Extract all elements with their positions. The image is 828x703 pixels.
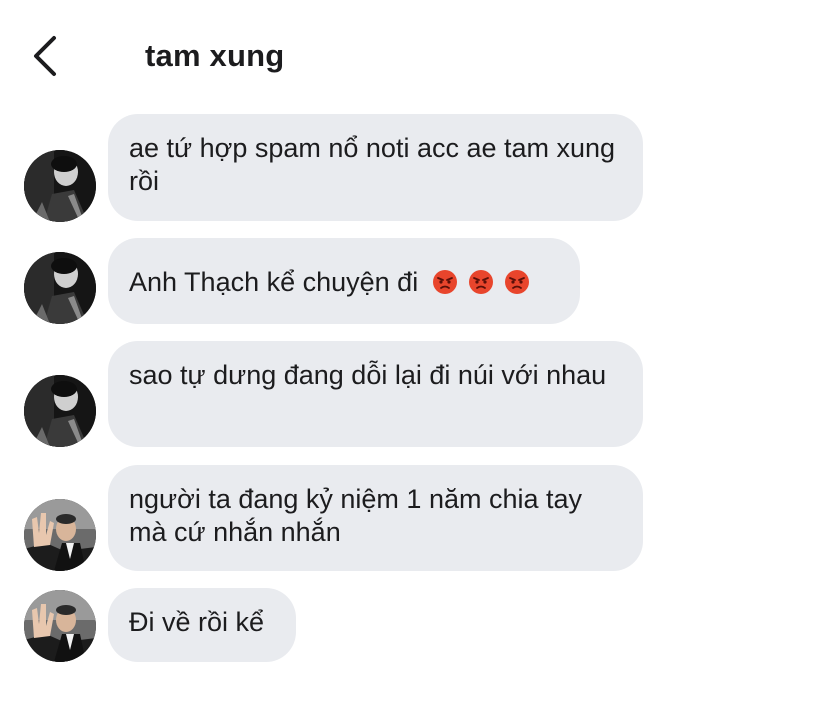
back-button[interactable]: [26, 34, 66, 78]
avatar[interactable]: [24, 499, 96, 571]
message-bubble[interactable]: ae tứ hợp spam nổ noti acc ae tam xung r…: [108, 114, 643, 221]
message-bubble[interactable]: người ta đang kỷ niệm 1 năm chia tay mà …: [108, 465, 643, 571]
chat-title[interactable]: tam xung: [145, 38, 284, 74]
avatar[interactable]: [24, 375, 96, 447]
message-text: ae tứ hợp spam nổ noti acc ae tam xung r…: [129, 133, 616, 196]
message-text: Đi về rồi kể: [129, 607, 265, 637]
chat-header: tam xung: [0, 0, 828, 110]
avatar[interactable]: [24, 252, 96, 324]
angry-face-icon: [432, 269, 458, 295]
message-text: sao tự dưng đang dỗi lại đi núi với nhau: [129, 360, 607, 390]
message-text: người ta đang kỷ niệm 1 năm chia tay mà …: [129, 484, 583, 547]
avatar[interactable]: [24, 150, 96, 222]
avatar[interactable]: [24, 590, 96, 662]
message-bubble[interactable]: Anh Thạch kể chuyện đi: [108, 238, 580, 324]
message-bubble[interactable]: sao tự dưng đang dỗi lại đi núi với nhau: [108, 341, 643, 447]
message-bubble[interactable]: Đi về rồi kể: [108, 588, 296, 662]
chevron-left-icon: [34, 36, 56, 76]
angry-face-icon: [504, 269, 530, 295]
angry-face-icon: [468, 269, 494, 295]
message-text: Anh Thạch kể chuyện đi: [129, 267, 419, 297]
